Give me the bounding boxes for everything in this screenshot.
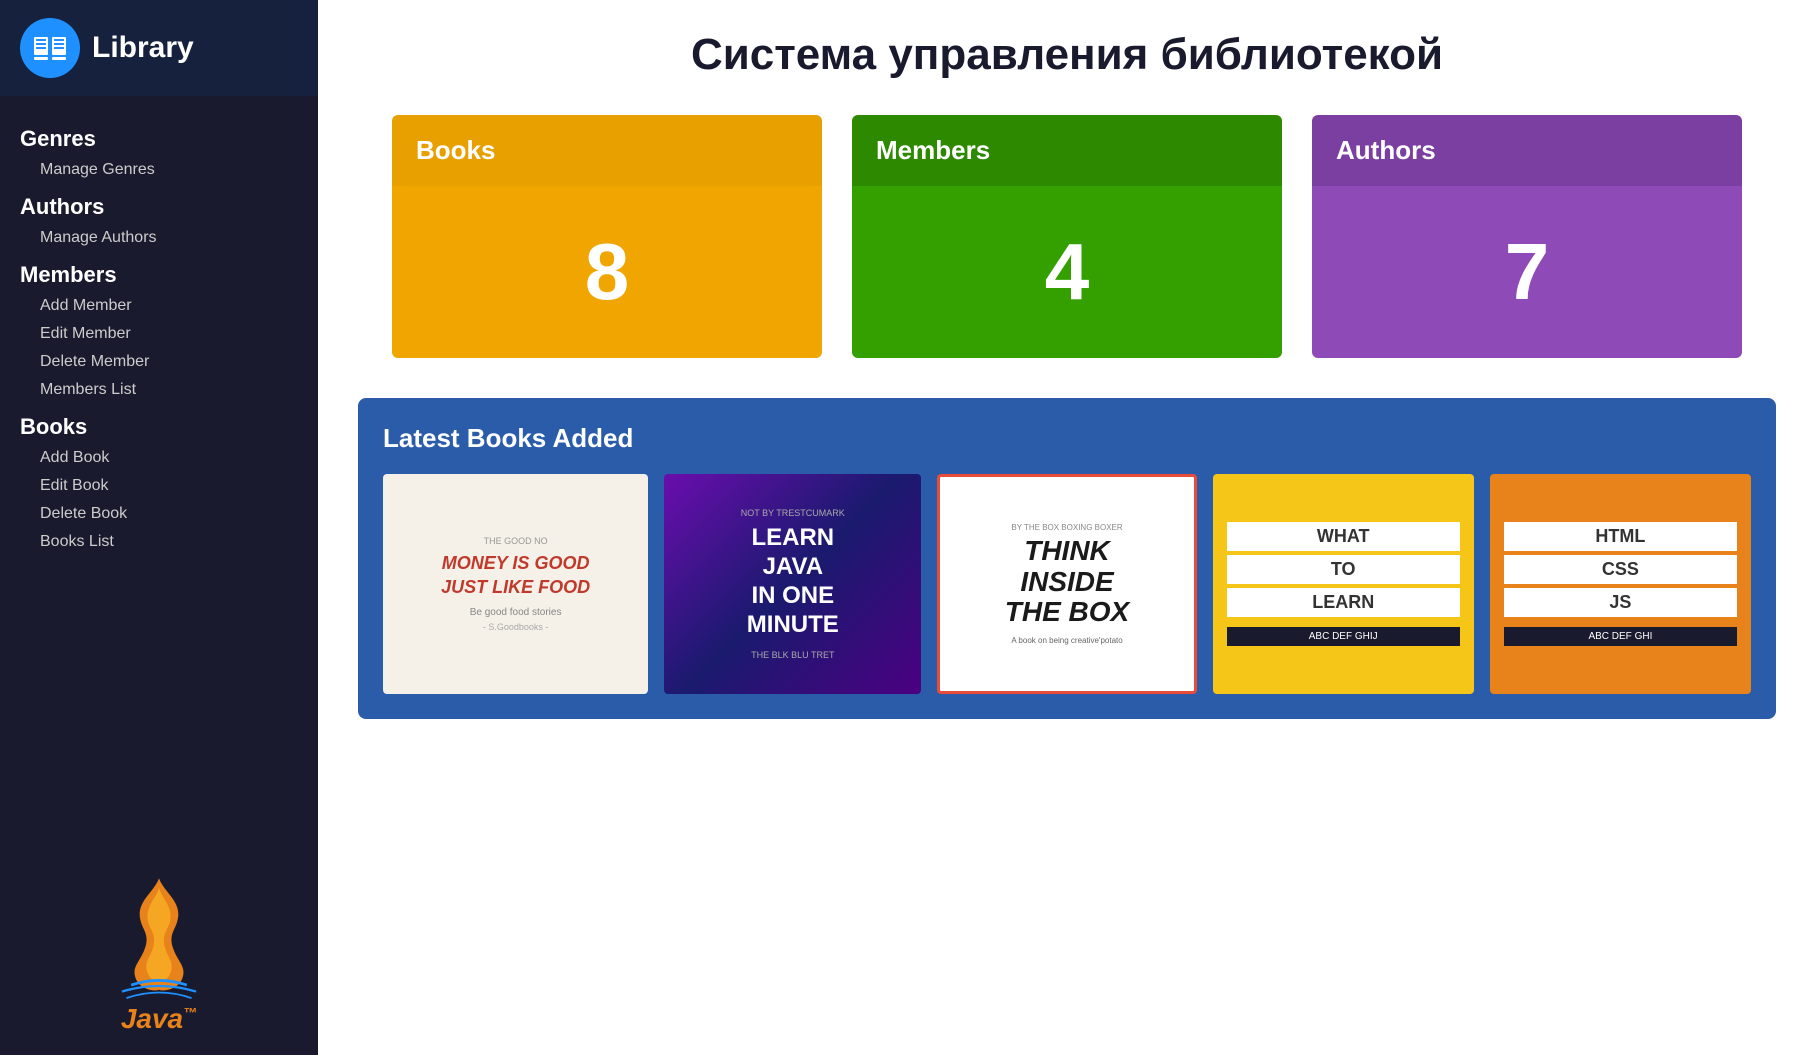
sidebar-item-books-list[interactable]: Books List	[0, 528, 318, 556]
books-row: THE GOOD NO MONEY IS GOODJUST LIKE FOOD …	[383, 474, 1751, 694]
sidebar-item-edit-book[interactable]: Edit Book	[0, 472, 318, 500]
book5-badge: ABC DEF GHI	[1504, 627, 1737, 646]
book-cover-html[interactable]: HTML CSS JS ABC DEF GHI	[1490, 474, 1751, 694]
book4-word2: TO	[1227, 555, 1460, 584]
sidebar-item-add-member[interactable]: Add Member	[0, 292, 318, 320]
book-cover-think[interactable]: BY THE BOX BOXING BOXER THINKINSIDETHE B…	[937, 474, 1196, 694]
book4-badge: ABC DEF GHIJ	[1227, 627, 1460, 646]
library-icon	[20, 18, 80, 78]
stat-card-books-count: 8	[392, 186, 822, 358]
book1-title: MONEY IS GOODJUST LIKE FOOD	[441, 552, 590, 599]
stat-card-authors[interactable]: Authors 7	[1312, 115, 1742, 358]
sidebar: Library Genres Manage Genres Authors Man…	[0, 0, 318, 1055]
main-content: Система управления библиотекой Books 8 M…	[318, 0, 1816, 1055]
book2-footer: THE BLK BLU TRET	[751, 650, 834, 660]
sidebar-item-edit-member[interactable]: Edit Member	[0, 320, 318, 348]
java-flame-icon	[99, 869, 219, 999]
sidebar-logo: Library	[0, 0, 318, 96]
stats-row: Books 8 Members 4 Authors 7	[358, 115, 1776, 358]
latest-books-title: Latest Books Added	[383, 423, 1751, 454]
book2-note: NOT BY TRESTCUMARK	[741, 508, 845, 518]
stat-card-members[interactable]: Members 4	[852, 115, 1282, 358]
stat-card-books-label: Books	[392, 115, 822, 186]
page-title: Система управления библиотекой	[358, 30, 1776, 80]
sidebar-item-books[interactable]: Books	[0, 404, 318, 444]
book4-word3: LEARN	[1227, 588, 1460, 617]
book3-bytag: BY THE BOX BOXING BOXER	[1011, 523, 1122, 532]
book1-sub: Be good food stories	[470, 607, 562, 618]
java-trademark: ™	[183, 1005, 197, 1021]
book3-sub: A book on being creative'potato	[1011, 636, 1122, 645]
book5-word2: CSS	[1504, 555, 1737, 584]
book1-top-text: THE GOOD NO	[484, 536, 548, 546]
sidebar-item-manage-genres[interactable]: Manage Genres	[0, 156, 318, 184]
sidebar-item-members[interactable]: Members	[0, 252, 318, 292]
book2-title: LEARNJAVAIN ONEMINUTE	[747, 524, 839, 639]
book5-word1: HTML	[1504, 522, 1737, 551]
stat-card-books[interactable]: Books 8	[392, 115, 822, 358]
sidebar-item-add-book[interactable]: Add Book	[0, 444, 318, 472]
book-cover-what[interactable]: WHAT TO LEARN ABC DEF GHIJ	[1213, 474, 1474, 694]
java-logo-area: Java™	[0, 849, 318, 1055]
java-text-label: Java™	[121, 1003, 197, 1035]
stat-card-members-count: 4	[852, 186, 1282, 358]
sidebar-item-manage-authors[interactable]: Manage Authors	[0, 224, 318, 252]
book4-word1: WHAT	[1227, 522, 1460, 551]
latest-books-section: Latest Books Added THE GOOD NO MONEY IS …	[358, 398, 1776, 719]
stat-card-authors-label: Authors	[1312, 115, 1742, 186]
sidebar-item-members-list[interactable]: Members List	[0, 376, 318, 404]
sidebar-item-delete-book[interactable]: Delete Book	[0, 500, 318, 528]
stat-card-authors-count: 7	[1312, 186, 1742, 358]
sidebar-item-genres[interactable]: Genres	[0, 116, 318, 156]
sidebar-item-authors[interactable]: Authors	[0, 184, 318, 224]
sidebar-item-delete-member[interactable]: Delete Member	[0, 348, 318, 376]
book3-title: THINKINSIDETHE BOX	[1005, 536, 1129, 628]
stat-card-members-label: Members	[852, 115, 1282, 186]
book1-author: - S.Goodbooks -	[483, 622, 549, 632]
logo-label: Library	[92, 31, 194, 65]
book-cover-java[interactable]: NOT BY TRESTCUMARK LEARNJAVAIN ONEMINUTE…	[664, 474, 921, 694]
book5-word3: JS	[1504, 588, 1737, 617]
book-cover-money[interactable]: THE GOOD NO MONEY IS GOODJUST LIKE FOOD …	[383, 474, 648, 694]
sidebar-navigation: Genres Manage Genres Authors Manage Auth…	[0, 96, 318, 849]
